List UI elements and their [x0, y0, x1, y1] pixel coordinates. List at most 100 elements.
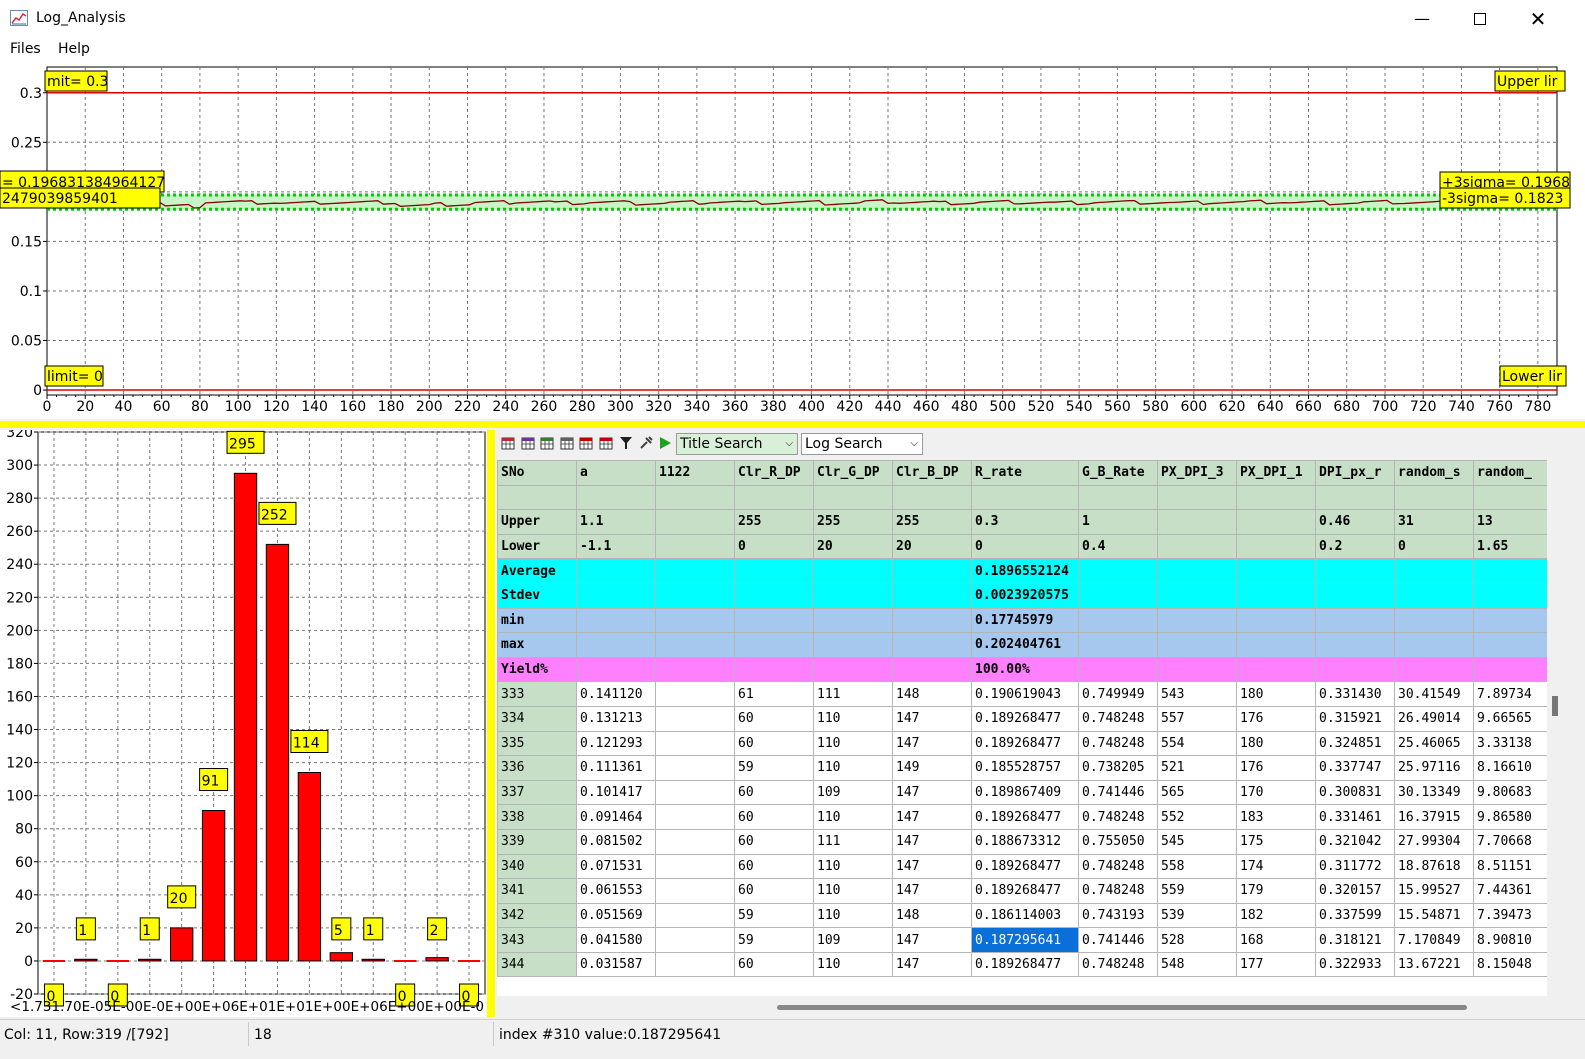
- cell-random_[interactable]: 1.65: [1473, 533, 1547, 560]
- table-lock-icon[interactable]: [579, 435, 595, 451]
- cell-a[interactable]: a: [576, 460, 656, 486]
- cell-dpi_px_r[interactable]: 0.2: [1315, 533, 1395, 560]
- cell-1122[interactable]: [655, 779, 735, 806]
- row-header-cell[interactable]: [497, 484, 577, 511]
- row-header-cell[interactable]: 337: [497, 779, 577, 806]
- cell-1122[interactable]: [655, 730, 735, 757]
- cell-a[interactable]: [576, 484, 656, 511]
- cell-random_[interactable]: 7.44361: [1473, 878, 1547, 904]
- cell-dpi_px_r[interactable]: 0.46: [1315, 509, 1395, 535]
- cell-px_dpi_3[interactable]: [1157, 533, 1237, 560]
- cell-px_dpi_3[interactable]: 528: [1157, 927, 1237, 953]
- cell-px_dpi_3[interactable]: PX_DPI_3: [1157, 460, 1237, 486]
- table-row[interactable]: 337 0.101417 60 109 147 0.189867409 0.741446 56…: [497, 779, 1547, 806]
- cell-g_b_rate[interactable]: 0.4: [1078, 533, 1158, 560]
- cell-random_s[interactable]: random_s: [1394, 460, 1474, 486]
- row-header-cell[interactable]: Average: [497, 558, 577, 584]
- cell-clr_b_dp[interactable]: Clr_B_DP: [892, 460, 972, 486]
- maximize-button[interactable]: [1451, 0, 1509, 37]
- cell-px_dpi_3[interactable]: 552: [1157, 804, 1237, 830]
- menu-help[interactable]: Help: [58, 41, 90, 57]
- cell-1122[interactable]: [655, 828, 735, 855]
- cell-clr_b_dp[interactable]: [892, 632, 972, 658]
- cell-1122[interactable]: [655, 951, 735, 978]
- cell-1122[interactable]: [655, 804, 735, 830]
- row-header-cell[interactable]: min: [497, 607, 577, 634]
- horizontal-scrollbar[interactable]: [497, 1000, 1547, 1014]
- table-row[interactable]: 334 0.131213 60 110 147 0.189268477 0.748248 55…: [497, 705, 1547, 732]
- cell-clr_r_dp[interactable]: 60: [734, 878, 814, 904]
- cell-clr_b_dp[interactable]: 20: [892, 533, 972, 560]
- cell-clr_g_dp[interactable]: 110: [813, 730, 893, 757]
- cell-random_[interactable]: [1473, 558, 1547, 584]
- cell-px_dpi_3[interactable]: 554: [1157, 730, 1237, 757]
- cell-clr_g_dp[interactable]: 110: [813, 951, 893, 978]
- vertical-splitter[interactable]: [487, 430, 495, 1017]
- cell-1122[interactable]: [655, 705, 735, 732]
- cell-random_[interactable]: 13: [1473, 509, 1547, 535]
- cell-r_rate[interactable]: 0.3: [971, 509, 1079, 535]
- cell-clr_g_dp[interactable]: 20: [813, 533, 893, 560]
- cell-clr_g_dp[interactable]: 109: [813, 927, 893, 953]
- cell-px_dpi_3[interactable]: 565: [1157, 779, 1237, 806]
- cell-r_rate[interactable]: 100.00%: [971, 656, 1079, 683]
- filter-icon[interactable]: [618, 435, 634, 451]
- cell-r_rate[interactable]: 0.1896552124: [971, 558, 1079, 584]
- cell-px_dpi_1[interactable]: 174: [1236, 853, 1316, 880]
- cell-random_s[interactable]: 26.49014: [1394, 705, 1474, 732]
- cell-clr_g_dp[interactable]: [813, 656, 893, 683]
- table-row[interactable]: 336 0.111361 59 110 149 0.185528757 0.738205 52…: [497, 755, 1547, 781]
- table-row[interactable]: 339 0.081502 60 111 147 0.188673312 0.755050 54…: [497, 828, 1547, 855]
- cell-random_[interactable]: 7.70668: [1473, 828, 1547, 855]
- cell-a[interactable]: 0.081502: [576, 828, 656, 855]
- cell-random_[interactable]: 3.33138: [1473, 730, 1547, 757]
- cell-a[interactable]: -1.1: [576, 533, 656, 560]
- cell-clr_b_dp[interactable]: [892, 558, 972, 584]
- cell-clr_b_dp[interactable]: 147: [892, 927, 972, 953]
- cell-clr_r_dp[interactable]: 59: [734, 902, 814, 929]
- cell-clr_g_dp[interactable]: 110: [813, 804, 893, 830]
- cell-r_rate[interactable]: 0.187295641: [971, 927, 1079, 953]
- cell-random_[interactable]: 9.80683: [1473, 779, 1547, 806]
- cell-random_s[interactable]: 7.170849: [1394, 927, 1474, 953]
- row-header-cell[interactable]: 335: [497, 730, 577, 757]
- cell-clr_b_dp[interactable]: [892, 656, 972, 683]
- row-header-cell[interactable]: 334: [497, 705, 577, 732]
- cell-random_s[interactable]: [1394, 484, 1474, 511]
- cell-px_dpi_1[interactable]: [1236, 656, 1316, 683]
- cell-a[interactable]: [576, 632, 656, 658]
- cell-a[interactable]: 0.051569: [576, 902, 656, 929]
- cell-dpi_px_r[interactable]: 0.300831: [1315, 779, 1395, 806]
- horizontal-splitter[interactable]: [0, 421, 1585, 428]
- cell-r_rate[interactable]: 0.186114003: [971, 902, 1079, 929]
- cell-g_b_rate[interactable]: 0.738205: [1078, 755, 1158, 781]
- cell-g_b_rate[interactable]: 0.741446: [1078, 927, 1158, 953]
- limit-row[interactable]: Lower -1.1 0 20 20 0 0.4 0.2 0 1.65: [497, 533, 1547, 560]
- cell-1122[interactable]: [655, 632, 735, 658]
- cell-random_s[interactable]: [1394, 607, 1474, 634]
- cell-clr_g_dp[interactable]: 111: [813, 828, 893, 855]
- cell-random_[interactable]: [1473, 607, 1547, 634]
- cell-dpi_px_r[interactable]: [1315, 607, 1395, 634]
- cell-r_rate[interactable]: 0.190619043: [971, 681, 1079, 707]
- cell-clr_r_dp[interactable]: Clr_R_DP: [734, 460, 814, 486]
- cell-random_s[interactable]: 15.99527: [1394, 878, 1474, 904]
- cell-1122[interactable]: [655, 755, 735, 781]
- cell-random_s[interactable]: 0: [1394, 533, 1474, 560]
- tools-icon[interactable]: [638, 435, 654, 451]
- cell-clr_b_dp[interactable]: 255: [892, 509, 972, 535]
- cell-random_s[interactable]: 27.99304: [1394, 828, 1474, 855]
- row-header-cell[interactable]: Stdev: [497, 582, 577, 609]
- row-header-cell[interactable]: 339: [497, 828, 577, 855]
- cell-g_b_rate[interactable]: 0.748248: [1078, 853, 1158, 880]
- cell-1122[interactable]: [655, 558, 735, 584]
- run-icon[interactable]: [657, 435, 673, 451]
- log-search-combo[interactable]: Log Search ⌵: [801, 433, 923, 455]
- cell-dpi_px_r[interactable]: [1315, 632, 1395, 658]
- menu-files[interactable]: Files: [10, 41, 41, 57]
- cell-dpi_px_r[interactable]: [1315, 558, 1395, 584]
- cell-a[interactable]: [576, 607, 656, 634]
- cell-clr_b_dp[interactable]: 149: [892, 755, 972, 781]
- cell-clr_r_dp[interactable]: 60: [734, 804, 814, 830]
- cell-g_b_rate[interactable]: 0.749949: [1078, 681, 1158, 707]
